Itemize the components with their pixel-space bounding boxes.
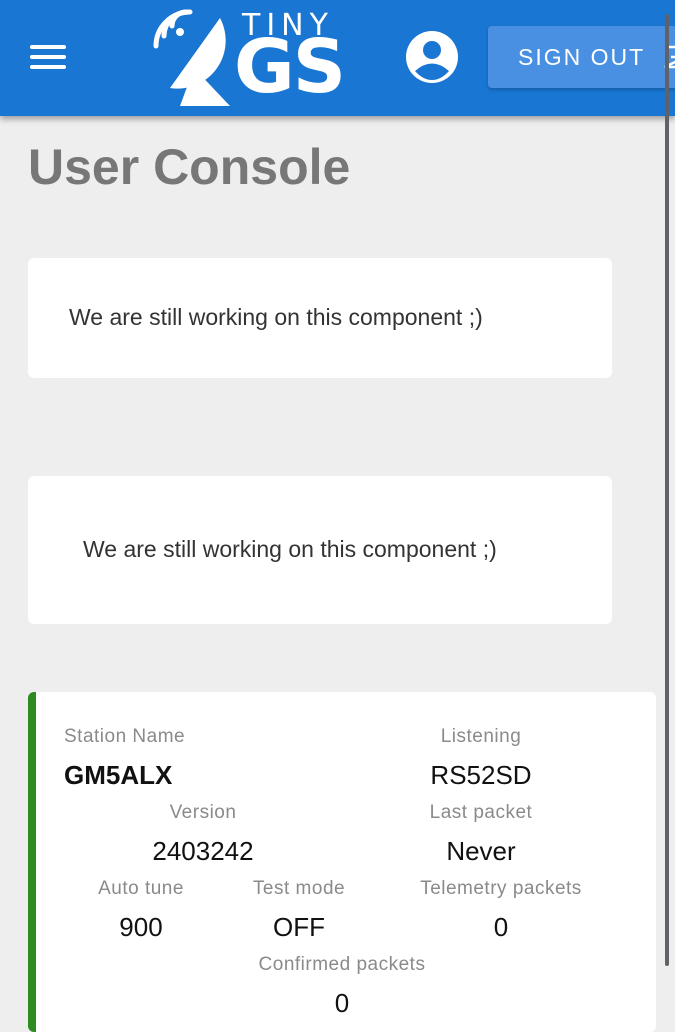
last-packet-value: Never [446,836,516,866]
listening-value: RS52SD [430,760,532,790]
telemetry-packets-label: Telemetry packets [420,878,582,899]
sign-out-label: SIGN OUT [518,43,646,70]
auto-tune-value: 900 [119,912,163,942]
station-card[interactable]: Station Name GM5ALX Listening RS52SD Ver… [28,692,656,1032]
auto-tune-label: Auto tune [98,878,184,899]
version-label: Version [169,802,237,823]
tinygs-logo[interactable]: TINY GS [150,6,360,110]
app-header: TINY GS SIGN OUT [0,0,675,116]
placeholder-card: We are still working on this component ;… [28,476,612,624]
hamburger-menu-icon [30,45,66,49]
account-circle-icon[interactable] [405,30,459,84]
station-name: GM5ALX [64,760,173,790]
sign-out-button[interactable]: SIGN OUT [488,26,675,88]
confirmed-packets-value: 0 [334,988,350,1018]
satellite-dish-icon [153,9,230,106]
confirmed-packets-label: Confirmed packets [258,954,426,975]
listening-label: Listening [440,726,522,747]
station-name-label: Station Name [64,726,186,747]
logo-gs-text: GS [234,24,346,110]
menu-button[interactable] [28,40,68,74]
test-mode-label: Test mode [252,878,346,899]
placeholder-card: We are still working on this component ;… [28,258,612,378]
placeholder-text: We are still working on this component ;… [69,304,483,330]
placeholder-text: We are still working on this component ;… [83,536,497,562]
version-value: 2403242 [152,836,254,866]
test-mode-value: OFF [273,912,325,942]
page-scrollbar[interactable] [665,14,669,966]
page-title: User Console [28,139,351,195]
last-packet-label: Last packet [429,802,533,823]
telemetry-packets-value: 0 [493,912,509,942]
